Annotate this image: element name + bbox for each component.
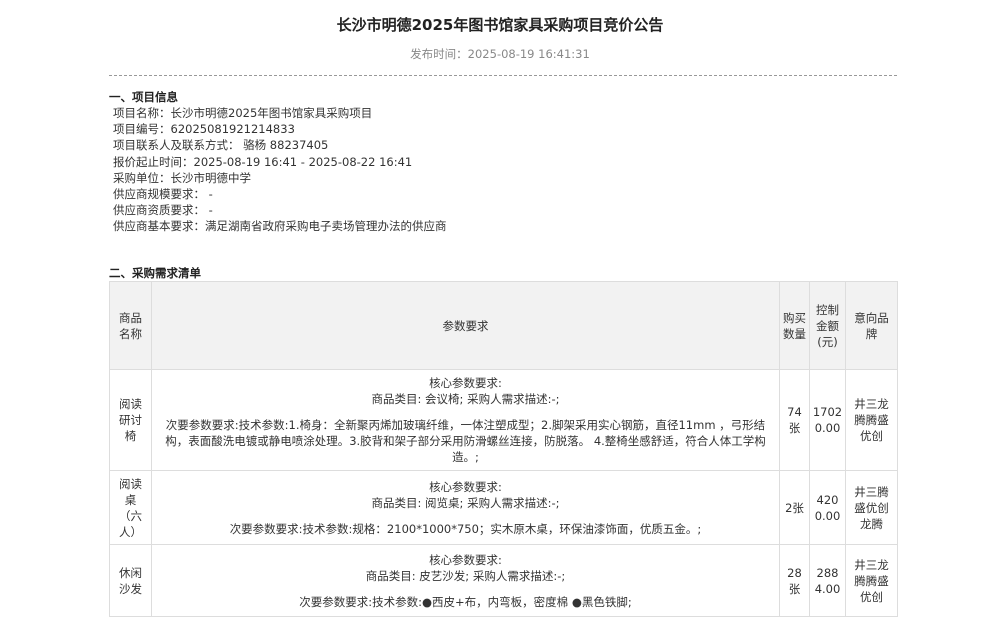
amount-cell: 2884.00 <box>809 544 846 617</box>
table-row: 休闲沙发 核心参数要求: 商品类目: 皮艺沙发; 采购人需求描述:-; 次要参数… <box>109 544 898 617</box>
parameters-cell: 核心参数要求: 商品类目: 阅览桌; 采购人需求描述:-; 次要参数要求:技术参… <box>151 470 780 545</box>
purchasing-unit: 采购单位：长沙市明德中学 <box>113 170 251 185</box>
header-control-amount: 控制金额(元) <box>809 281 846 370</box>
category-text: 商品类目: 会议椅; 采购人需求描述:-; <box>371 392 560 406</box>
secondary-requirement-text: 次要参数要求:技术参数:1.椅身：全新聚丙烯加玻璃纤维，一体注塑成型；2.脚架采… <box>165 418 766 464</box>
brand-cell: 井三腾盛优创龙腾 <box>845 470 898 545</box>
product-name-cell: 阅读桌（六人） <box>109 470 152 545</box>
core-requirement-label: 核心参数要求: <box>429 552 502 567</box>
project-info-block: 项目名称：长沙市明德2025年图书馆家具采购项目 项目编号：6202508192… <box>113 105 447 235</box>
dashed-divider <box>109 75 897 76</box>
table-header-row: 商品名称 参数要求 购买数量 控制金额(元) 意向品牌 <box>109 281 898 370</box>
table-row: 阅读研讨椅 核心参数要求: 商品类目: 会议椅; 采购人需求描述:-; 次要参数… <box>109 369 898 471</box>
table-row: 阅读桌（六人） 核心参数要求: 商品类目: 阅览桌; 采购人需求描述:-; 次要… <box>109 470 898 545</box>
secondary-requirement-text: 次要参数要求:技术参数:●西皮+布，内弯板，密度棉 ●黑色铁脚; <box>299 594 632 609</box>
parameters-cell: 核心参数要求: 商品类目: 皮艺沙发; 采购人需求描述:-; 次要参数要求:技术… <box>151 544 780 617</box>
project-number: 项目编号：62025081921214833 <box>113 122 295 137</box>
announcement-page: 长沙市明德2025年图书馆家具采购项目竞价公告 发布时间：2025-08-19 … <box>0 0 1000 619</box>
supplier-basic-requirement: 供应商基本要求：满足湖南省政府采购电子卖场管理办法的供应商 <box>113 219 447 234</box>
quote-period: 报价起止时间：2025-08-19 16:41 - 2025-08-22 16:… <box>113 154 413 169</box>
category-text: 商品类目: 阅览桌; 采购人需求描述:-; <box>371 495 560 510</box>
project-contact: 项目联系人及联系方式： 骆杨 88237405 <box>113 138 329 153</box>
core-requirement-label: 核心参数要求: <box>429 376 502 390</box>
brand-cell: 井三龙腾腾盛优创 <box>845 544 898 617</box>
project-name: 项目名称：长沙市明德2025年图书馆家具采购项目 <box>113 106 373 120</box>
supplier-scale-requirement: 供应商规模要求： - <box>113 186 213 201</box>
section-project-info-heading: 一、项目信息 <box>109 90 178 104</box>
header-quantity: 购买数量 <box>779 281 810 370</box>
amount-cell: 17020.00 <box>809 369 846 471</box>
product-name-cell: 休闲沙发 <box>109 544 152 617</box>
section-requirements-heading: 二、采购需求清单 <box>109 266 201 280</box>
quantity-cell: 74张 <box>779 369 810 471</box>
brand-cell: 井三龙腾腾盛优创 <box>845 369 898 471</box>
supplier-qualification-requirement: 供应商资质要求： - <box>113 203 213 218</box>
header-parameters: 参数要求 <box>151 281 780 370</box>
category-text: 商品类目: 皮艺沙发; 采购人需求描述:-; <box>365 568 566 583</box>
secondary-requirement-text: 次要参数要求:技术参数:规格：2100*1000*750；实木原木桌，环保油漆饰… <box>229 521 702 536</box>
requirements-table: 商品名称 参数要求 购买数量 控制金额(元) 意向品牌 阅读研讨椅 核心参数要求… <box>109 281 898 617</box>
quantity-cell: 2张 <box>779 470 810 545</box>
header-brand: 意向品牌 <box>845 281 898 370</box>
product-name-cell: 阅读研讨椅 <box>109 369 152 471</box>
header-product-name: 商品名称 <box>109 281 152 370</box>
publish-time: 发布时间：2025-08-19 16:41:31 <box>410 47 590 61</box>
core-requirement-label: 核心参数要求: <box>429 479 502 494</box>
parameters-cell: 核心参数要求: 商品类目: 会议椅; 采购人需求描述:-; 次要参数要求:技术参… <box>151 369 780 471</box>
quantity-cell: 28张 <box>779 544 810 617</box>
amount-cell: 4200.00 <box>809 470 846 545</box>
page-title: 长沙市明德2025年图书馆家具采购项目竞价公告 <box>336 16 664 34</box>
